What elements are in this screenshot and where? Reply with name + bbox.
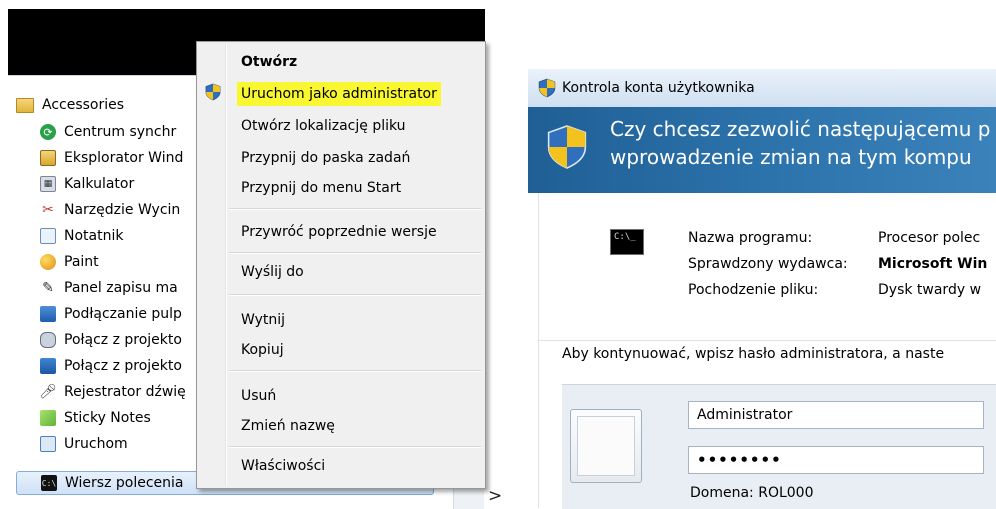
file-origin-value: Dysk twardy w [878, 282, 982, 298]
question-line-2: wprowadzenie zmian na tym kompu [610, 145, 972, 169]
list-item[interactable]: 🎤︎ Rejestrator dźwię [40, 381, 204, 403]
domain-label: Domena: ROL000 [690, 485, 814, 501]
arrow-separator: > [488, 486, 503, 506]
list-item[interactable]: Notatnik [40, 225, 204, 247]
username-field[interactable]: Administrator [688, 401, 984, 429]
menu-separator [229, 370, 481, 372]
folder-label: Accessories [42, 97, 125, 113]
program-name-label: Nazwa programu: [688, 230, 813, 246]
dialog-title: Kontrola konta użytkownika [562, 80, 755, 96]
snipping-tool-icon: ✂ [42, 202, 54, 218]
folder-icon [16, 97, 34, 113]
notepad-icon [40, 228, 56, 244]
user-picture [577, 416, 635, 476]
menu-item-rename[interactable]: Zmień nazwę [241, 414, 335, 438]
uac-shield-large-icon [547, 125, 587, 169]
menu-item-send-to[interactable]: Wyślij do [241, 260, 304, 284]
sync-center-icon: ⟳ [40, 124, 56, 140]
instruction-text: Aby kontynuować, wpisz hasło administrat… [562, 346, 945, 362]
math-input-panel-icon: ✎ [42, 280, 54, 296]
command-prompt-icon: C:\_ [610, 229, 644, 255]
context-menu: Otwórz Uruchom jako administrator Otwórz… [196, 41, 486, 489]
menu-separator [229, 294, 481, 296]
menu-separator [229, 208, 481, 210]
connect-projector-icon [40, 332, 56, 348]
menu-item-pin-to-taskbar[interactable]: Przypnij do paska zadań [241, 146, 410, 170]
menu-separator [229, 446, 481, 448]
list-item[interactable]: Sticky Notes [40, 407, 204, 429]
file-origin-label: Pochodzenie pliku: [688, 282, 819, 298]
menu-item-copy[interactable]: Kopiuj [241, 338, 284, 362]
question-line-1: Czy chcesz zezwolić następującemu p [610, 117, 991, 141]
folder-accessories[interactable]: Accessories [16, 94, 124, 116]
list-item[interactable]: Połącz z projekto [40, 355, 204, 377]
remote-desktop-icon [40, 306, 56, 322]
paint-icon [40, 254, 56, 270]
list-item[interactable]: ✎ Panel zapisu ma [40, 277, 204, 299]
command-prompt-icon: C:\ [41, 475, 57, 491]
program-name-value: Procesor polec [878, 230, 981, 246]
title-bar[interactable]: Kontrola konta użytkownika [528, 69, 996, 107]
menu-item-restore-previous-versions[interactable]: Przywróć poprzednie wersje [241, 220, 437, 244]
menu-item-open-file-location[interactable]: Otwórz lokalizację pliku [241, 114, 406, 138]
publisher-label: Sprawdzony wydawca: [688, 256, 848, 272]
menu-item-open[interactable]: Otwórz [241, 50, 297, 74]
menu-gutter [225, 44, 227, 486]
question-banner: Czy chcesz zezwolić następującemu p wpro… [528, 107, 996, 193]
password-field[interactable]: •••••••• [688, 446, 984, 474]
list-item[interactable]: Eksplorator Wind [40, 147, 204, 169]
menu-separator [229, 252, 481, 254]
sound-recorder-icon: 🎤︎ [40, 384, 57, 400]
menu-item-run-as-administrator[interactable]: Uruchom jako administrator [237, 82, 441, 106]
user-tile [570, 409, 642, 483]
publisher-value: Microsoft Win [878, 256, 988, 272]
list-item[interactable]: ▦ Kalkulator [40, 173, 204, 195]
calculator-icon: ▦ [40, 176, 56, 192]
windows-explorer-icon [40, 150, 56, 166]
run-icon [40, 436, 56, 452]
menu-item-delete[interactable]: Usuń [241, 384, 276, 408]
divider [538, 340, 996, 341]
uac-shield-icon [538, 78, 556, 98]
menu-item-pin-to-start[interactable]: Przypnij do menu Start [241, 176, 401, 200]
sticky-notes-icon [40, 410, 56, 426]
list-item[interactable]: Uruchom [40, 433, 204, 455]
uac-shield-icon [205, 83, 221, 101]
list-item[interactable]: Połącz z projekto [40, 329, 204, 351]
menu-item-properties[interactable]: Właściwości [241, 454, 325, 478]
list-item[interactable]: Paint [40, 251, 204, 273]
connect-network-projector-icon [40, 358, 56, 374]
list-item[interactable]: ✂ Narzędzie Wycin [40, 199, 204, 221]
list-item[interactable]: ⟳ Centrum synchr [40, 121, 204, 143]
menu-item-cut[interactable]: Wytnij [241, 308, 285, 332]
list-item[interactable]: Podłączanie pulp [40, 303, 204, 325]
